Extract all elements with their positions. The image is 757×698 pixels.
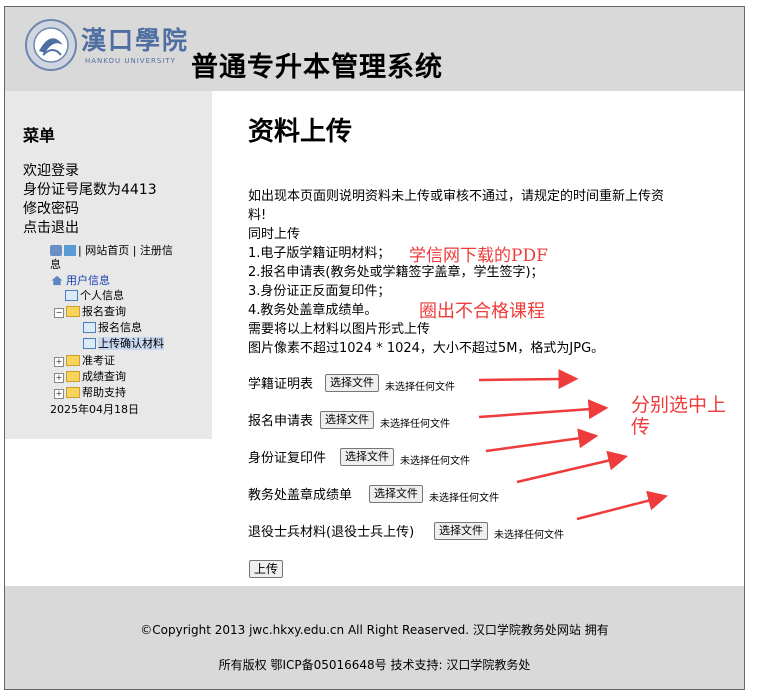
arrow-icon-4 xyxy=(516,450,629,484)
footer-copyright: ©Copyright 2013 jwc.hkxy.edu.cn All Righ… xyxy=(140,623,609,637)
arrow-icon-2 xyxy=(478,399,609,420)
arrow-icon-1 xyxy=(478,369,579,390)
annotation-arrows xyxy=(478,369,668,521)
footer-icp: 所有版权 鄂ICP备05016648号 技术支持: 汉口学院教务处 xyxy=(218,658,531,672)
footer: ©Copyright 2013 jwc.hkxy.edu.cn All Righ… xyxy=(5,586,744,689)
arrow-icon-3 xyxy=(485,428,599,453)
page-frame: 漢口學院 HANKOU UNIVERSITY 普通专升本管理系统 菜单 欢迎登录… xyxy=(4,6,745,690)
arrow-icon-5 xyxy=(576,490,668,521)
